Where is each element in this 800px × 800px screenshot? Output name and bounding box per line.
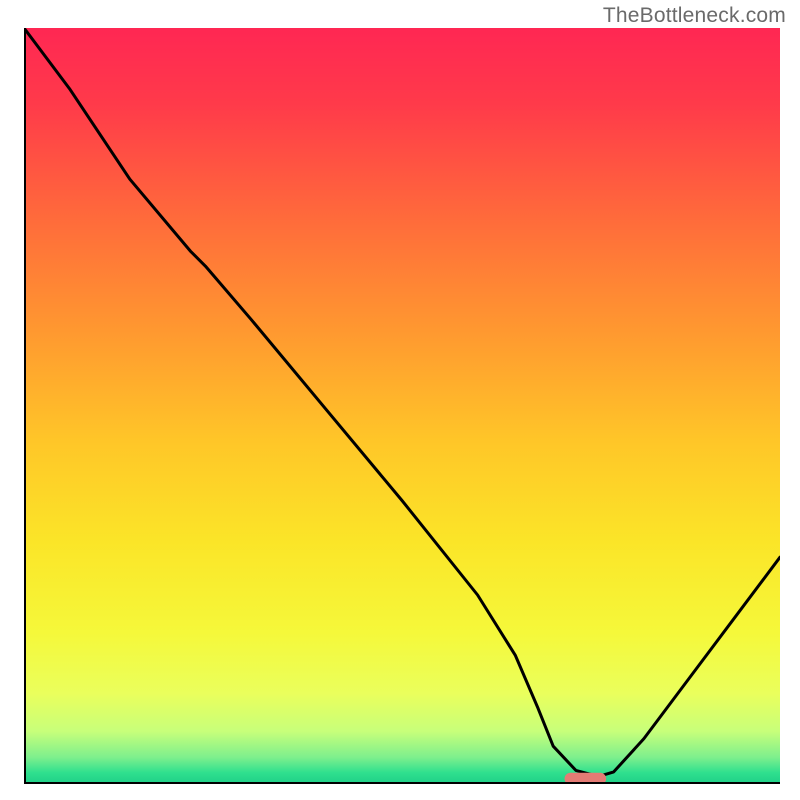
gradient-background [24, 28, 780, 784]
chart-container [24, 28, 780, 784]
watermark-text: TheBottleneck.com [603, 4, 786, 28]
bottleneck-chart [24, 28, 780, 784]
